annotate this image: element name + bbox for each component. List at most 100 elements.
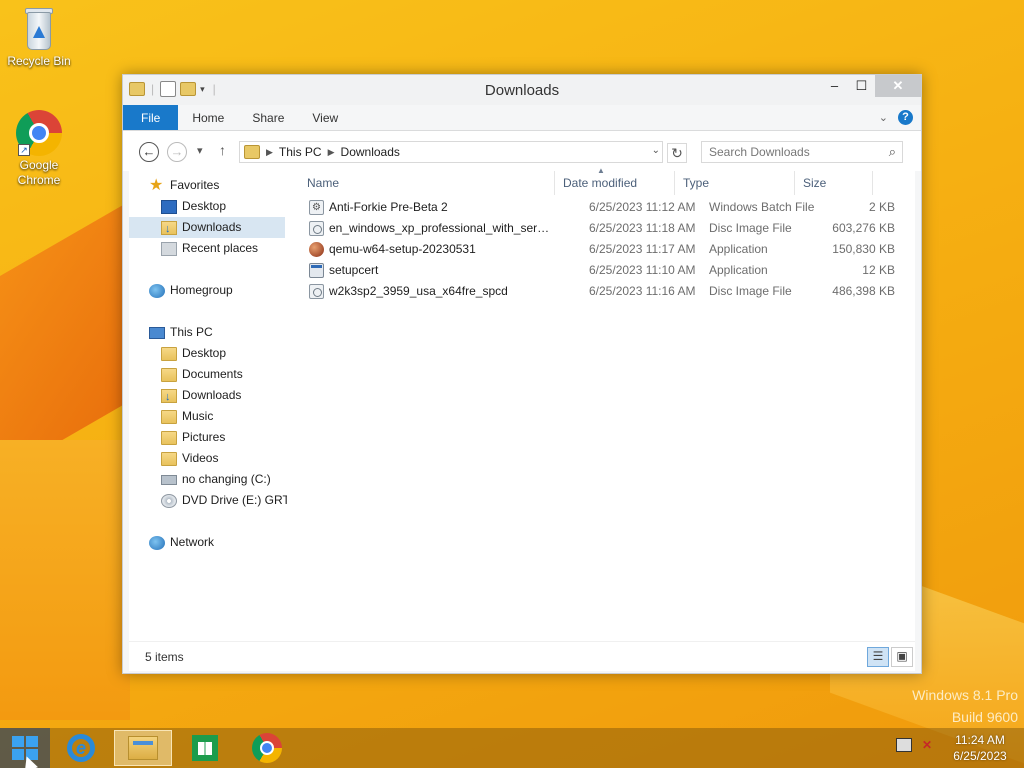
volume-muted-icon[interactable]: ✕ [922,738,938,752]
windows-watermark: Windows 8.1 Pro Build 9600 [912,684,1018,728]
explorer-window[interactable]: | ▾ | Downloads – ☐ ✕ File Home Share Vi… [122,74,922,674]
disc-image-icon [309,221,324,236]
network-icon [149,535,165,550]
minimize-button[interactable]: – [821,75,848,97]
nav-recent-places[interactable]: Recent places [161,238,258,259]
nav-pc-downloads[interactable]: Downloads [161,385,241,408]
nav-pc-pictures[interactable]: Pictures [161,427,225,448]
tab-share[interactable]: Share [238,105,298,130]
taskbar-file-explorer[interactable] [114,730,172,766]
search-icon: ⌕ [888,144,896,159]
file-date: 6/25/2023 11:12 AM [589,200,696,214]
column-header-type[interactable]: Type [675,171,795,195]
taskbar-google-chrome[interactable] [238,730,296,766]
nav-favorites[interactable]: ★ Favorites [149,175,219,196]
file-row[interactable]: qemu-w64-setup-20230531 6/25/2023 11:17 … [299,239,915,260]
music-folder-icon [161,409,177,424]
search-box[interactable]: ⌕ [701,141,903,163]
file-row[interactable]: Anti-Forkie Pre-Beta 2 6/25/2023 11:12 A… [299,197,915,218]
downloads-folder-icon [161,219,177,240]
breadcrumb-this-pc[interactable]: This PC [279,145,322,159]
recycle-bin-icon [22,6,56,52]
details-view-button[interactable]: ☰ [867,647,889,667]
desktop-icon [161,199,177,214]
file-name: Anti-Forkie Pre-Beta 2 [329,200,448,214]
disc-image-icon [309,284,324,299]
desktop-folder-icon [161,346,177,361]
nav-this-pc[interactable]: This PC [149,322,213,343]
file-row[interactable]: en_windows_xp_professional_with_servic..… [299,218,915,239]
file-type: Windows Batch File [709,200,815,214]
close-button[interactable]: ✕ [875,75,921,97]
ribbon-tabs: File Home Share View ⌄ ? [123,105,921,131]
up-button[interactable]: ↑ [219,142,226,158]
system-tray: ✕ [896,738,938,752]
forward-button[interactable]: → [167,142,187,162]
address-field[interactable]: ▶ This PC ▶ Downloads ⌄ [239,141,663,163]
nav-pc-music[interactable]: Music [161,406,213,427]
nav-pc-videos[interactable]: Videos [161,448,218,469]
file-name: qemu-w64-setup-20230531 [329,242,476,256]
taskbar-store[interactable] [176,730,234,766]
store-icon [192,735,218,761]
taskbar: e ✕ 11:24 AM 6/25/2023 [0,728,1024,768]
status-bar: 5 items ☰ ▣ [129,641,915,671]
file-name: en_windows_xp_professional_with_servic..… [329,221,553,235]
nav-favorites-downloads[interactable]: Downloads [129,217,285,240]
qemu-app-icon [309,242,324,257]
file-size: 486,398 KB [832,284,895,298]
file-size: 2 KB [868,200,895,214]
videos-folder-icon [161,451,177,466]
tab-home[interactable]: Home [178,105,238,130]
recent-locations-icon[interactable]: ▾ [197,144,203,157]
clock-date: 6/25/2023 [953,749,1007,763]
title-bar[interactable]: | ▾ | Downloads – ☐ ✕ [123,75,921,105]
file-size: 150,830 KB [832,242,895,256]
hard-drive-icon [161,474,177,485]
desktop-icon-google-chrome[interactable]: ↗ Google Chrome [4,110,74,188]
file-date: 6/25/2023 11:16 AM [589,284,696,298]
file-row[interactable]: setupcert 6/25/2023 11:10 AM Application… [299,260,915,281]
back-button[interactable]: ← [139,142,159,162]
help-icon[interactable]: ? [898,110,913,125]
file-type: Application [709,242,768,256]
search-input[interactable] [709,145,869,159]
address-dropdown-icon[interactable]: ⌄ [652,145,660,156]
clock[interactable]: 11:24 AM 6/25/2023 [944,732,1016,764]
nav-pc-desktop[interactable]: Desktop [161,343,226,364]
desktop-icon-label: Google Chrome [17,158,61,187]
refresh-button[interactable]: ↻ [667,143,687,163]
documents-folder-icon [161,367,177,382]
file-date: 6/25/2023 11:10 AM [589,263,696,277]
nav-pc-documents[interactable]: Documents [161,364,243,385]
file-date: 6/25/2023 11:18 AM [589,221,696,235]
file-date: 6/25/2023 11:17 AM [589,242,696,256]
pictures-folder-icon [161,430,177,445]
tab-file[interactable]: File [123,105,179,130]
file-size: 603,276 KB [832,221,895,235]
expand-ribbon-icon[interactable]: ⌄ [879,111,888,124]
column-header-name[interactable]: Name [299,171,555,195]
file-type: Disc Image File [709,221,792,235]
column-header-size[interactable]: Size [795,171,873,195]
tab-view[interactable]: View [298,105,352,130]
nav-network[interactable]: Network [149,532,214,553]
homegroup-icon [149,283,165,298]
breadcrumb-downloads[interactable]: Downloads [341,145,400,159]
computer-icon [149,326,165,339]
large-icons-view-button[interactable]: ▣ [891,647,913,667]
nav-favorites-desktop[interactable]: Desktop [161,196,226,217]
nav-drive-c[interactable]: no changing (C:) [161,469,271,490]
network-status-icon[interactable] [896,738,912,752]
file-row[interactable]: w2k3sp2_3959_usa_x64fre_spcd 6/25/2023 1… [299,281,915,302]
address-bar-row: ← → ▾ ↑ ▶ This PC ▶ Downloads ⌄ ↻ ⌕ [123,131,921,171]
taskbar-internet-explorer[interactable]: e [52,730,110,766]
desktop-icon-recycle-bin[interactable]: Recycle Bin [4,6,74,68]
nav-homegroup[interactable]: Homegroup [149,280,233,301]
maximize-button[interactable]: ☐ [848,75,875,97]
column-header-date-modified[interactable]: Date modified [555,171,675,195]
nav-dvd-drive[interactable]: DVD Drive (E:) GRTM [161,490,287,511]
file-explorer-icon [128,736,158,760]
downloads-folder-icon [161,387,177,408]
recent-places-icon [161,241,177,256]
